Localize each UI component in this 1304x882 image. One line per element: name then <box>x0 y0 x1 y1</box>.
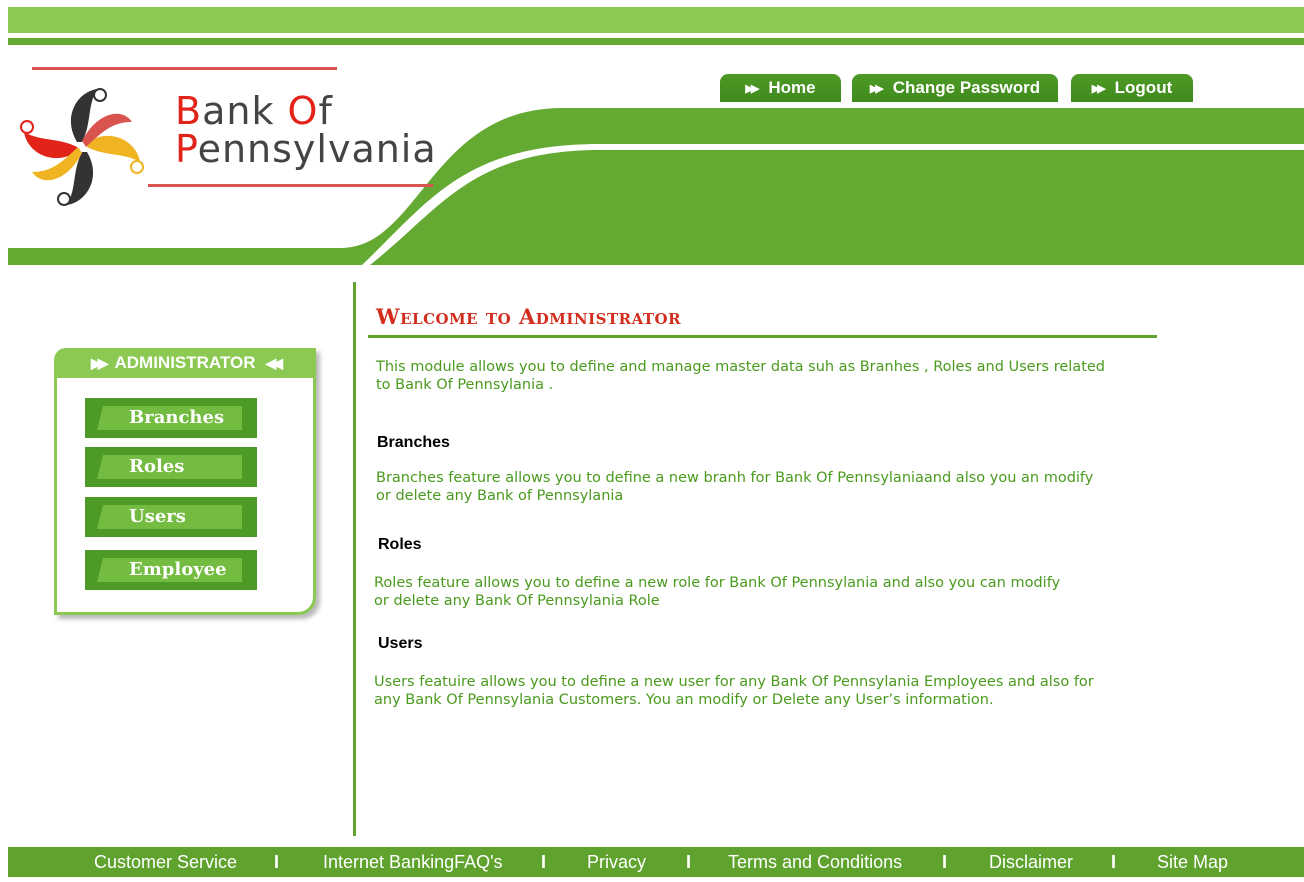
sidebar-item-label: Roles <box>129 456 185 477</box>
admin-menu-title: ▶▶ ADMINISTRATOR ◀◀ <box>54 348 316 378</box>
section-text-branches: Branches feature allows you to define a … <box>376 470 1094 504</box>
sidebar-item-employee[interactable]: Employee <box>85 550 257 590</box>
nav-change-password-label: Change Password <box>892 78 1041 97</box>
nav-logout-label: Logout <box>1114 78 1173 97</box>
nav-tab-change-password[interactable]: ▶▶ Change Password <box>852 74 1058 102</box>
sidebar-item-label: Branches <box>129 407 225 428</box>
footer-separator: I <box>686 852 692 872</box>
footer-link-site-map[interactable]: Site Map <box>1157 852 1228 873</box>
sidebar-item-roles[interactable]: Roles <box>85 447 257 487</box>
footer-separator: I <box>274 852 280 872</box>
section-heading-branches: Branches <box>377 434 450 451</box>
double-arrow-icon: ▶▶ <box>1091 82 1106 95</box>
nav-tab-home[interactable]: ▶▶ Home <box>720 74 841 102</box>
footer-separator: I <box>942 852 948 872</box>
double-arrow-right-icon: ▶▶ <box>90 354 108 371</box>
footer-separator: I <box>1111 852 1117 872</box>
section-heading-roles: Roles <box>378 536 422 553</box>
sidebar-item-branches[interactable]: Branches <box>85 398 257 438</box>
double-arrow-icon: ▶▶ <box>869 82 884 95</box>
section-text-roles: Roles feature allows you to define a new… <box>374 575 1061 609</box>
intro-text: This module allows you to define and man… <box>376 359 1106 393</box>
nav-home-label: Home <box>768 78 816 97</box>
admin-title-label: ADMINISTRATOR <box>114 353 256 372</box>
sidebar-item-users[interactable]: Users <box>85 497 257 537</box>
sidebar-item-label: Users <box>129 506 186 527</box>
section-heading-users: Users <box>378 635 423 652</box>
footer-link-privacy[interactable]: Privacy <box>587 852 646 873</box>
brand-name-line2: Pennsylvania <box>175 127 437 171</box>
double-arrow-icon: ▶▶ <box>745 82 759 95</box>
footer-separator: I <box>541 852 547 872</box>
section-text-users: Users featuire allows you to define a ne… <box>374 674 1094 708</box>
double-arrow-left-icon: ◀◀ <box>265 354 283 371</box>
logo-bottom-line <box>148 184 433 187</box>
sidebar-item-label: Employee <box>129 559 227 580</box>
content-divider <box>353 282 356 836</box>
footer-link-internet-banking-faq[interactable]: Internet BankingFAQ's <box>323 852 503 873</box>
bank-logo-icon <box>20 88 144 206</box>
footer-link-terms[interactable]: Terms and Conditions <box>728 852 902 873</box>
logo-top-line <box>32 67 337 70</box>
title-underline <box>368 335 1157 338</box>
brand-name-line1: Bank Of <box>175 89 333 133</box>
footer-link-customer-service[interactable]: Customer Service <box>94 852 237 873</box>
nav-tab-logout[interactable]: ▶▶ Logout <box>1071 74 1193 102</box>
page-title: Welcome to Administrator <box>376 304 682 329</box>
footer-link-disclaimer[interactable]: Disclaimer <box>989 852 1073 873</box>
